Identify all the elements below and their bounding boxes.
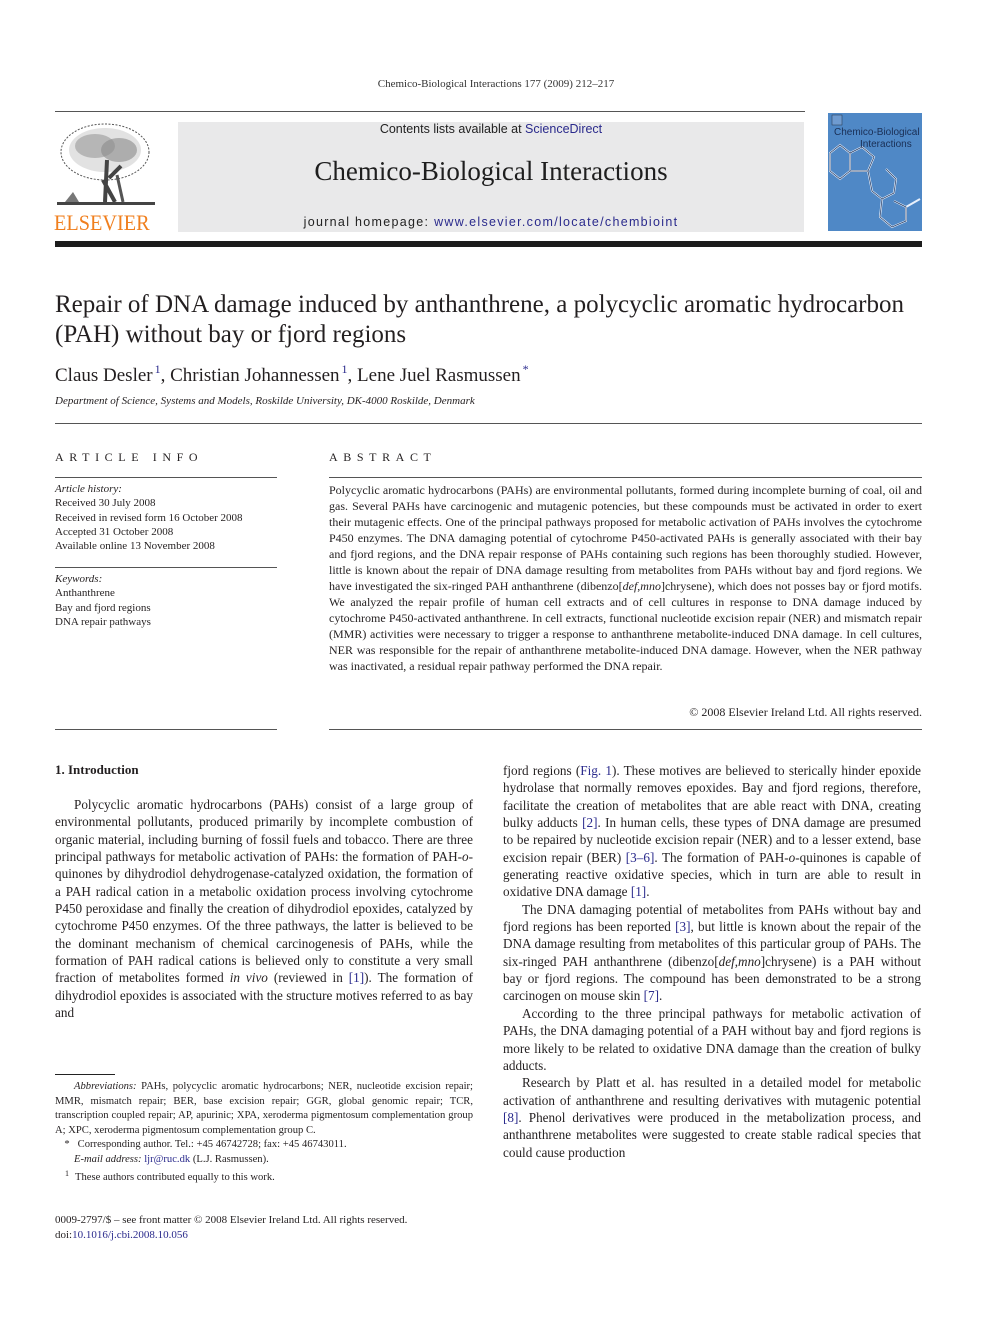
author-separator: , (160, 365, 171, 386)
article-info-end-divider (55, 729, 277, 730)
text-run: -quinones by dihydrodiol dehydrogenase-c… (55, 849, 473, 986)
tree-icon (57, 123, 155, 205)
history-item: Available online 13 November 2008 (55, 540, 215, 553)
keyword-item: Bay and fjord regions (55, 601, 151, 614)
corresponding-footnote: * Corresponding author. Tel.: +45 467427… (55, 1138, 473, 1153)
issn-line: 0009-2797/$ – see front matter © 2008 El… (55, 1214, 408, 1226)
contents-line: Contents lists available at ScienceDirec… (178, 122, 804, 136)
footnote-divider (55, 1074, 115, 1075)
email-link[interactable]: ljr@ruc.dk (144, 1154, 190, 1165)
keywords: Keywords: Anthanthrene Bay and fjord reg… (55, 572, 151, 629)
text-run: . (659, 988, 663, 1004)
abstract-italic: def (622, 579, 638, 593)
text-run: (reviewed in (267, 970, 349, 986)
citation-link[interactable]: [1] (631, 884, 646, 899)
text-run: Polycyclic aromatic hydrocarbons (PAHs) … (55, 797, 473, 865)
text-run: . Phenol derivatives were produced in th… (503, 1109, 921, 1160)
text-run: Research by Platt et al. has resulted in… (503, 1075, 921, 1108)
footnote-mark: 1 (65, 1169, 69, 1178)
history-item: Accepted 31 October 2008 (55, 525, 174, 538)
homepage-link[interactable]: www.elsevier.com/locate/chembioint (434, 215, 678, 229)
front-matter-meta: 0009-2797/$ – see front matter © 2008 El… (55, 1213, 485, 1243)
paragraph: Polycyclic aromatic hydrocarbons (PAHs) … (55, 796, 473, 1021)
equal-contribution-text: These authors contributed equally to thi… (75, 1172, 275, 1183)
sciencedirect-link[interactable]: ScienceDirect (525, 122, 602, 136)
header-thick-divider (55, 241, 922, 247)
footnote-mark: * (64, 1139, 70, 1150)
abbreviations-footnote: Abbreviations: PAHs, polycyclic aromatic… (55, 1080, 473, 1138)
citation-link[interactable]: [7] (644, 988, 659, 1003)
article-info-heading: ARTICLE INFO (55, 450, 204, 464)
doi-link[interactable]: 10.1016/j.cbi.2008.10.056 (72, 1229, 188, 1241)
history-item: Received 30 July 2008 (55, 497, 156, 510)
author-name: Lene Juel Rasmussen (357, 365, 521, 386)
section-heading-introduction: 1. Introduction (55, 762, 139, 777)
abstract-text-part: ]chrysene), which does not posses bay or… (329, 579, 922, 673)
abstract-italic: mno (640, 579, 661, 593)
author-name: Christian Johannessen (170, 365, 340, 386)
keywords-label: Keywords: (55, 573, 103, 585)
author-list: Claus Desler 1, Christian Johannessen 1, L… (55, 362, 529, 387)
article-info-divider (55, 477, 277, 478)
cover-title-line2: Interactions (860, 139, 912, 150)
abstract-text-part: Polycyclic aromatic hydrocarbons (PAHs) … (329, 483, 922, 593)
journal-title: Chemico-Biological Interactions (314, 156, 668, 186)
italic-run: o (462, 849, 469, 865)
citation-link[interactable]: [1] (349, 970, 364, 985)
text-run: fjord regions ( (503, 763, 581, 778)
paragraph: fjord regions (Fig. 1). These motives ar… (503, 762, 921, 901)
citation-link[interactable]: [2] (582, 815, 597, 830)
paragraph: The DNA damaging potential of metabolite… (503, 901, 921, 1005)
footnotes: Abbreviations: PAHs, polycyclic aromatic… (55, 1080, 473, 1186)
citation-link[interactable]: [3] (675, 919, 690, 934)
article-history: Article history: Received 30 July 2008 R… (55, 482, 243, 553)
italic-run: mno (738, 953, 761, 969)
body-column-right: fjord regions (Fig. 1). These motives ar… (503, 762, 921, 1161)
running-head: Chemico-Biological Interactions 177 (200… (377, 78, 615, 90)
email-suffix: (L.J. Rasmussen). (190, 1153, 269, 1165)
title-divider (55, 423, 922, 424)
email-label: E-mail address: (74, 1153, 142, 1165)
journal-banner: Contents lists available at ScienceDirec… (178, 122, 804, 232)
author-separator: , (347, 365, 358, 386)
article-title: Repair of DNA damage induced by anthanth… (55, 291, 904, 348)
doi-line: doi:10.1016/j.cbi.2008.10.056 (55, 1228, 485, 1243)
cover-title-line1: Chemico-Biological (834, 127, 920, 138)
corresponding-text: Corresponding author. Tel.: +45 46742728… (77, 1139, 347, 1150)
journal-cover-image: Chemico-Biological Interactions (828, 113, 922, 231)
text-run: . The formation of PAH- (654, 849, 789, 865)
affiliation: Department of Science, Systems and Model… (55, 395, 475, 407)
abstract-heading: ABSTRACT (329, 450, 437, 464)
equal-contribution-footnote: 1 These authors contributed equally to th… (55, 1167, 473, 1186)
history-label: Article history: (55, 483, 122, 495)
paragraph: According to the three principal pathway… (503, 1005, 921, 1073)
keyword-item: Anthanthrene (55, 587, 115, 600)
keyword-item: DNA repair pathways (55, 615, 151, 628)
paragraph: Research by Platt et al. has resulted in… (503, 1074, 921, 1161)
italic-run: def (718, 953, 735, 969)
contents-prefix: Contents lists available at (379, 122, 526, 136)
homepage-line: journal homepage: www.elsevier.com/locat… (178, 215, 804, 229)
keywords-divider (55, 567, 277, 568)
figure-link[interactable]: Fig. 1 (580, 763, 612, 778)
abstract-text: Polycyclic aromatic hydrocarbons (PAHs) … (329, 482, 922, 674)
citation-link[interactable]: [8] (503, 1110, 518, 1125)
elsevier-wordmark: ELSEVIER (54, 210, 150, 235)
abbreviations-label: Abbreviations: (74, 1081, 137, 1092)
email-footnote: E-mail address: ljr@ruc.dk (L.J. Rasmuss… (55, 1153, 473, 1168)
header-divider (55, 111, 805, 112)
doi-prefix: doi: (55, 1229, 73, 1241)
abstract-copyright: © 2008 Elsevier Ireland Ltd. All rights … (689, 705, 922, 719)
abstract-end-divider (329, 729, 922, 730)
italic-run: in vivo (229, 970, 268, 986)
history-item: Received in revised form 16 October 2008 (55, 511, 243, 524)
author-name: Claus Desler (55, 365, 153, 386)
body-column-left: Polycyclic aromatic hydrocarbons (PAHs) … (55, 796, 473, 1021)
text-run: . (646, 884, 650, 900)
abstract-divider (329, 477, 922, 478)
homepage-prefix: journal homepage: (303, 215, 435, 229)
citation-link[interactable]: [3–6] (626, 850, 655, 865)
corresponding-author-mark[interactable]: * (523, 362, 529, 376)
